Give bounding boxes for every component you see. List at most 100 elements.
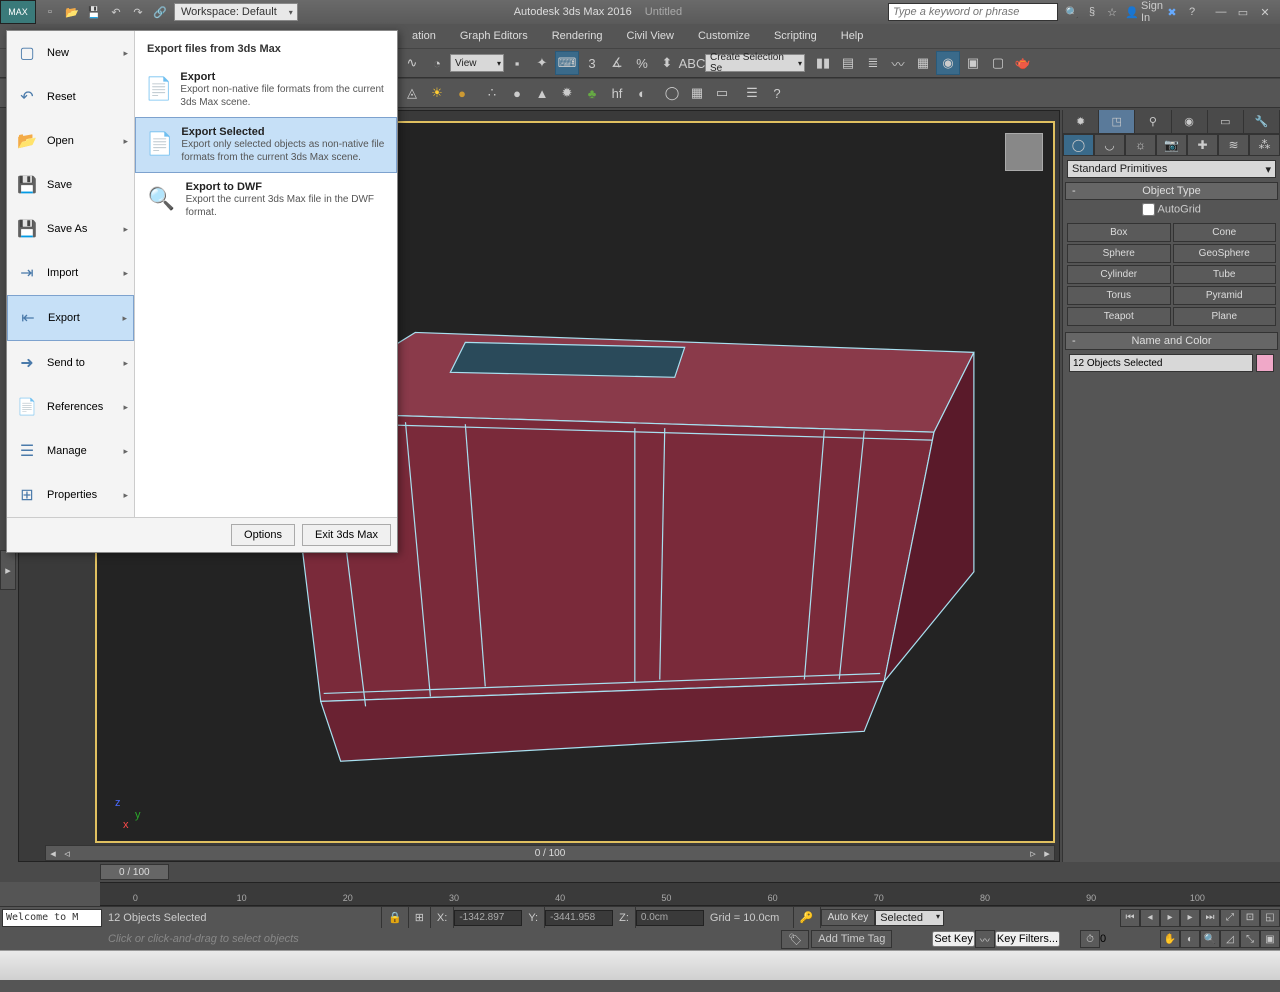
menu-customize[interactable]: Customize: [686, 26, 762, 46]
subtab-lights[interactable]: ☼: [1125, 134, 1156, 156]
appmenu-send-to[interactable]: ➜Send to▸: [7, 341, 134, 385]
app-logo[interactable]: MAX: [0, 0, 36, 24]
prim-torus[interactable]: Torus: [1067, 286, 1171, 305]
align-icon[interactable]: ▤: [836, 51, 860, 75]
help-icon[interactable]: ?: [1184, 4, 1200, 20]
add-time-tag[interactable]: Add Time Tag: [811, 930, 892, 948]
time-ruler[interactable]: 0102030405060708090100: [100, 882, 1280, 906]
redo-icon[interactable]: ↷: [128, 3, 148, 21]
named-sel-icon[interactable]: ABC: [680, 51, 704, 75]
lock-icon[interactable]: 🔒: [382, 907, 409, 928]
color-swatch[interactable]: [1256, 354, 1274, 372]
menu-civil-view[interactable]: Civil View: [615, 26, 686, 46]
menu-graph-editors[interactable]: Graph Editors: [448, 26, 540, 46]
object-type-header[interactable]: Object Type: [1065, 182, 1278, 200]
coord-mode-icon[interactable]: ⊞: [409, 907, 431, 928]
scroll-step-right-icon[interactable]: ▹: [1026, 847, 1040, 860]
viewport-scrollbar[interactable]: ◂ ◃ 0 / 100 ▹ ▸: [45, 845, 1055, 861]
tab-utilities[interactable]: 🔧: [1244, 110, 1280, 133]
signin-button[interactable]: Sign In: [1144, 4, 1160, 20]
zoom-all-icon[interactable]: ⊡: [1240, 909, 1260, 927]
minimize-button[interactable]: —: [1212, 4, 1230, 20]
next-frame-icon[interactable]: ▸: [1180, 909, 1200, 927]
zoom2-icon[interactable]: ⤡: [1240, 930, 1260, 948]
autogrid-checkbox[interactable]: [1142, 203, 1155, 216]
keymode-dropdown[interactable]: Selected: [875, 910, 944, 926]
foliage-icon[interactable]: ♣: [580, 81, 604, 105]
appmenu-reset[interactable]: ↶Reset: [7, 75, 134, 119]
y-coord[interactable]: -3441.958: [545, 910, 613, 926]
render-frame-icon[interactable]: ▢: [986, 51, 1010, 75]
cloth-icon[interactable]: ◐: [630, 81, 654, 105]
goto-start-icon[interactable]: ⏮: [1120, 909, 1140, 927]
setkey-button[interactable]: Set Key: [932, 931, 975, 947]
goto-end-icon[interactable]: ⏭: [1200, 909, 1220, 927]
menu-scripting[interactable]: Scripting: [762, 26, 829, 46]
scroll-right-icon[interactable]: ▸: [1040, 847, 1054, 860]
appmenu-save-as[interactable]: 💾Save As▸: [7, 207, 134, 251]
x-coord[interactable]: -1342.897: [454, 910, 522, 926]
appmenu-new[interactable]: ▢New▸: [7, 31, 134, 75]
prev-frame-icon[interactable]: ◂: [1140, 909, 1160, 927]
prim-plane[interactable]: Plane: [1173, 307, 1277, 326]
exit-button[interactable]: Exit 3ds Max: [302, 524, 391, 546]
prim-sphere[interactable]: Sphere: [1067, 244, 1171, 263]
appmenu-references[interactable]: 📄References▸: [7, 385, 134, 429]
crowd-icon[interactable]: ✹: [555, 81, 579, 105]
key-icon[interactable]: 🔑: [794, 907, 821, 928]
ref-coord-dropdown[interactable]: View: [450, 54, 504, 72]
populate-icon[interactable]: ▲: [530, 81, 554, 105]
tab-create[interactable]: ✹: [1063, 110, 1099, 133]
keyfilters-button[interactable]: Key Filters...: [995, 931, 1060, 947]
fov-icon[interactable]: ◿: [1220, 930, 1240, 948]
subtab-systems[interactable]: ⁂: [1249, 134, 1280, 156]
render-setup-icon[interactable]: ▣: [961, 51, 985, 75]
keymode-icon[interactable]: 〰: [975, 930, 995, 948]
current-frame[interactable]: 0: [1100, 933, 1140, 945]
curve-editor-icon[interactable]: 〰: [886, 51, 910, 75]
pan-icon[interactable]: ✋: [1160, 930, 1180, 948]
exchange-icon[interactable]: ✖: [1164, 4, 1180, 20]
orbit-icon[interactable]: ◐: [1180, 930, 1200, 948]
material-editor-icon[interactable]: ◉: [936, 51, 960, 75]
time-slider-handle[interactable]: 0 / 100: [100, 864, 169, 880]
zoom-extents-icon[interactable]: ⤢: [1220, 909, 1240, 927]
tab-hierarchy[interactable]: ⚲: [1135, 110, 1171, 133]
play-icon[interactable]: ▸: [1160, 909, 1180, 927]
export-option-export[interactable]: 📄ExportExport non-native file formats fr…: [135, 63, 397, 117]
favorite-icon[interactable]: ☆: [1104, 4, 1120, 20]
appmenu-manage[interactable]: ☰Manage▸: [7, 429, 134, 473]
selection-set-dropdown[interactable]: Create Selection Se: [705, 54, 805, 72]
render-icon[interactable]: 🫖: [1011, 51, 1035, 75]
light-icon[interactable]: ☀: [425, 81, 449, 105]
appmenu-export[interactable]: ⇤Export▸: [7, 295, 134, 341]
maximize-button[interactable]: ▭: [1234, 4, 1252, 20]
tab-display[interactable]: ▭: [1208, 110, 1244, 133]
search-icon[interactable]: 🔍: [1064, 4, 1080, 20]
menu-animation[interactable]: ation: [400, 26, 448, 46]
hair-icon[interactable]: hf: [605, 81, 629, 105]
subtab-helpers[interactable]: ✚: [1187, 134, 1218, 156]
category-dropdown[interactable]: Standard Primitives: [1067, 160, 1276, 178]
export-option-export-to-dwf[interactable]: 🔍Export to DWFExport the current 3ds Max…: [135, 173, 397, 227]
subtab-shapes[interactable]: ◡: [1094, 134, 1125, 156]
sphere-prim-icon[interactable]: ●: [450, 81, 474, 105]
prim-tube[interactable]: Tube: [1173, 265, 1277, 284]
keyboard-shortcut-icon[interactable]: ⌨: [555, 51, 579, 75]
prim-cylinder[interactable]: Cylinder: [1067, 265, 1171, 284]
snap-angle-icon[interactable]: ∡: [605, 51, 629, 75]
object-name-input[interactable]: [1069, 354, 1253, 372]
max-toggle-icon[interactable]: ▣: [1260, 930, 1280, 948]
sphere-icon[interactable]: ◔: [425, 51, 449, 75]
list-icon[interactable]: ☰: [740, 81, 764, 105]
prim-pyramid[interactable]: Pyramid: [1173, 286, 1277, 305]
close-button[interactable]: ✕: [1256, 4, 1274, 20]
appmenu-save[interactable]: 💾Save: [7, 163, 134, 207]
select-link-icon[interactable]: ∿: [400, 51, 424, 75]
time-slider-row[interactable]: 0 / 100: [0, 862, 1280, 882]
subtab-cameras[interactable]: 📷: [1156, 134, 1187, 156]
appmenu-open[interactable]: 📂Open▸: [7, 119, 134, 163]
max-viewport-icon[interactable]: ◱: [1260, 909, 1280, 927]
mirror-icon[interactable]: ▮▮: [811, 51, 835, 75]
dolly-icon[interactable]: 🔍: [1200, 930, 1220, 948]
